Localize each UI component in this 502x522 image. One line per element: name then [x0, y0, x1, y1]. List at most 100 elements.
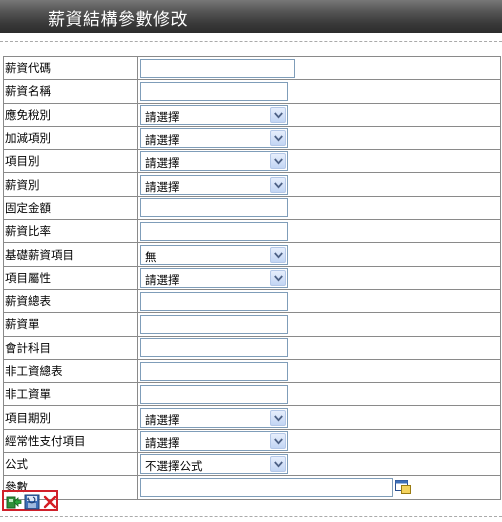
field-label: 應免稅別 — [3, 102, 138, 127]
field-input[interactable] — [140, 361, 288, 381]
form-row: 經常性支付項目 請選擇 — [3, 428, 501, 454]
field-control-cell: 無 — [137, 242, 501, 267]
chevron-down-icon[interactable] — [270, 153, 286, 170]
form-row: 薪資單 — [3, 312, 501, 337]
field-control-cell — [137, 382, 501, 407]
field-label: 非工資單 — [3, 382, 138, 407]
field-label: 項目屬性 — [3, 265, 138, 290]
form-row: 基礎薪資項目無 — [3, 242, 501, 267]
form-row: 薪資別 請選擇 — [3, 172, 501, 197]
field-label: 薪資比率 — [3, 219, 138, 244]
field-select[interactable]: 請選擇 — [140, 430, 288, 451]
form-row: 薪資總表 — [3, 288, 501, 314]
field-control-cell — [137, 55, 501, 81]
divider-top — [0, 41, 502, 42]
form-row: 參數 — [3, 475, 501, 500]
field-control-cell — [137, 79, 501, 104]
field-control-cell — [137, 475, 501, 500]
select-value: 請選擇 — [145, 179, 180, 194]
chevron-down-icon[interactable] — [270, 269, 286, 286]
field-select[interactable]: 請選擇 — [140, 104, 288, 125]
form-row: 項目期別 請選擇 — [3, 405, 501, 430]
form-row: 薪資代碼 — [3, 55, 501, 81]
field-input[interactable] — [140, 477, 393, 497]
field-label: 薪資名稱 — [3, 79, 138, 104]
form-row: 會計科目 — [3, 335, 501, 360]
field-control-cell: 請選擇 — [137, 149, 501, 174]
form-row: 項目別 請選擇 — [3, 149, 501, 174]
field-label: 會計科目 — [3, 335, 138, 360]
select-value: 請選擇 — [145, 272, 180, 287]
form-row: 項目屬性 請選擇 — [3, 265, 501, 290]
select-value: 請選擇 — [145, 133, 180, 148]
chevron-down-icon[interactable] — [270, 176, 286, 193]
field-select[interactable]: 請選擇 — [140, 174, 288, 195]
chevron-down-icon[interactable] — [270, 130, 286, 147]
field-control-cell — [137, 312, 501, 337]
form-row: 薪資比率 — [3, 219, 501, 244]
field-control-cell — [137, 288, 501, 314]
select-value: 請選擇 — [145, 435, 180, 450]
cancel-button[interactable] — [42, 494, 58, 510]
field-input[interactable] — [140, 384, 288, 404]
field-label: 薪資別 — [3, 172, 138, 197]
form-row: 薪資名稱 — [3, 79, 501, 104]
field-label: 項目期別 — [3, 405, 138, 430]
form-row: 固定金額 — [3, 195, 501, 221]
form-row: 公式 不選擇公式 — [3, 452, 501, 477]
chevron-down-icon[interactable] — [270, 246, 286, 263]
cancel-icon — [43, 495, 57, 509]
field-control-cell — [137, 358, 501, 384]
field-label: 項目別 — [3, 149, 138, 174]
field-control-cell: 請選擇 — [137, 405, 501, 430]
field-label: 薪資單 — [3, 312, 138, 337]
field-label: 薪資代碼 — [3, 55, 138, 81]
field-select[interactable]: 不選擇公式 — [140, 454, 288, 475]
chevron-down-icon[interactable] — [270, 409, 286, 426]
field-select[interactable]: 請選擇 — [140, 128, 288, 149]
field-label: 非工資總表 — [3, 358, 138, 384]
field-label: 加減項別 — [3, 125, 138, 151]
title-bar: 薪資結構參數修改 — [0, 0, 502, 33]
picker-icon[interactable] — [395, 480, 411, 495]
chevron-down-icon[interactable] — [270, 106, 286, 123]
save-button[interactable] — [6, 494, 22, 510]
select-value: 無 — [145, 249, 157, 264]
field-label: 基礎薪資項目 — [3, 242, 138, 267]
parameter-form: 薪資代碼 薪資名稱 應免稅別 請選擇 加減項別 請選擇 項目別 請選擇 薪資別 請選擇 固定金額 薪資… — [3, 55, 501, 500]
field-input[interactable] — [140, 291, 288, 311]
field-control-cell: 請選擇 — [137, 265, 501, 290]
field-select[interactable]: 無 — [140, 244, 288, 265]
field-control-cell — [137, 335, 501, 360]
field-label: 薪資總表 — [3, 288, 138, 314]
action-toolbar — [2, 490, 58, 511]
field-input[interactable] — [140, 81, 288, 101]
field-control-cell: 不選擇公式 — [137, 452, 501, 477]
field-input[interactable] — [140, 221, 288, 241]
reset-button[interactable] — [24, 494, 40, 510]
field-label: 固定金額 — [3, 195, 138, 221]
form-row: 應免稅別 請選擇 — [3, 102, 501, 127]
select-value: 不選擇公式 — [145, 459, 203, 474]
field-select[interactable]: 請選擇 — [140, 267, 288, 288]
field-input[interactable] — [140, 198, 288, 218]
field-input[interactable] — [140, 314, 288, 334]
field-select[interactable]: 請選擇 — [140, 151, 288, 172]
field-control-cell: 請選擇 — [137, 102, 501, 127]
field-select[interactable]: 請選擇 — [140, 407, 288, 428]
field-label: 經常性支付項目 — [3, 428, 138, 454]
field-control-cell: 請選擇 — [137, 172, 501, 197]
select-value: 請選擇 — [145, 412, 180, 427]
chevron-down-icon[interactable] — [270, 456, 286, 473]
form-row: 非工資單 — [3, 382, 501, 407]
reset-icon — [24, 494, 40, 510]
field-control-cell — [137, 195, 501, 221]
field-input[interactable] — [140, 338, 288, 358]
field-label: 公式 — [3, 452, 138, 477]
field-control-cell — [137, 219, 501, 244]
form-row: 加減項別 請選擇 — [3, 125, 501, 151]
chevron-down-icon[interactable] — [270, 432, 286, 449]
field-input[interactable] — [140, 58, 295, 78]
page-title: 薪資結構參數修改 — [48, 10, 188, 30]
select-value: 請選擇 — [145, 109, 180, 124]
